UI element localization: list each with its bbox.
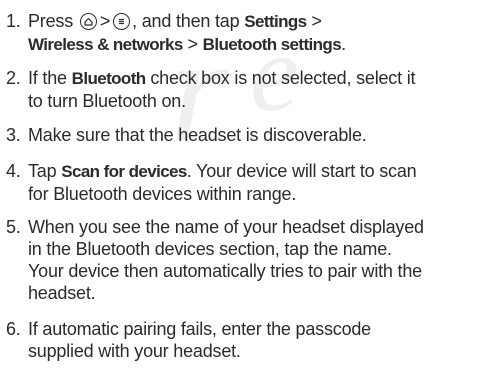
step-line: Tap Scan for devices. Your device will s… <box>28 160 483 183</box>
step-number: 5. <box>6 217 21 237</box>
step-text: > <box>306 11 322 31</box>
step-body: If automatic pairing fails, enter the pa… <box>28 318 483 362</box>
step-number: 6. <box>6 319 21 339</box>
step-text: Tap <box>28 161 62 181</box>
step-line: If automatic pairing fails, enter the pa… <box>28 319 371 339</box>
step-text: . <box>341 34 346 54</box>
step-body: Make sure that the headset is discoverab… <box>28 124 483 146</box>
step-text: > <box>99 11 111 31</box>
scan-for-devices-label: Scan for devices <box>61 162 187 181</box>
step-text: check box is not selected, select it <box>145 68 416 88</box>
step-line: in the Bluetooth devices section, tap th… <box>28 239 392 259</box>
step-line: for Bluetooth devices within range. <box>28 184 297 204</box>
step-text: , and then tap <box>132 11 240 31</box>
step-body: Tap Scan for devices. Your device will s… <box>28 160 483 205</box>
step-text: If the <box>28 68 72 88</box>
bluetooth-settings-label: Bluetooth settings <box>202 35 342 54</box>
instructions-page: r e 1. Press > , and then tap Settings >… <box>0 0 483 369</box>
bluetooth-label: Bluetooth <box>71 69 147 88</box>
step-line: Press > , and then tap Settings > <box>28 10 483 33</box>
step-line: Make sure that the headset is discoverab… <box>28 125 367 145</box>
step-line: Wireless & networks > Bluetooth settings… <box>28 33 483 56</box>
step-text: > <box>182 34 203 54</box>
step-body: Press > , and then tap Settings > Wirele… <box>28 10 483 56</box>
step-number: 3. <box>6 125 21 145</box>
step-number: 2. <box>6 68 21 88</box>
home-icon <box>79 13 97 30</box>
step-body: When you see the name of your headset di… <box>28 216 483 304</box>
step-line: supplied with your headset. <box>28 341 241 361</box>
step-line: If the Bluetooth check box is not select… <box>28 67 483 90</box>
step-body: If the Bluetooth check box is not select… <box>28 67 483 112</box>
step-line: headset. <box>28 283 96 303</box>
step-line: to turn Bluetooth on. <box>28 91 186 111</box>
settings-label: Settings <box>244 12 307 31</box>
step-line: Your device then automatically tries to … <box>28 261 422 281</box>
wireless-label: Wireless & networks <box>28 35 183 54</box>
step-number: 4. <box>6 161 21 181</box>
step-text: . Your device will start to scan <box>186 161 417 181</box>
menu-icon <box>113 13 131 30</box>
step-number: 1. <box>6 11 21 31</box>
step-line: When you see the name of your headset di… <box>28 217 424 237</box>
step-text: Press <box>28 11 74 31</box>
